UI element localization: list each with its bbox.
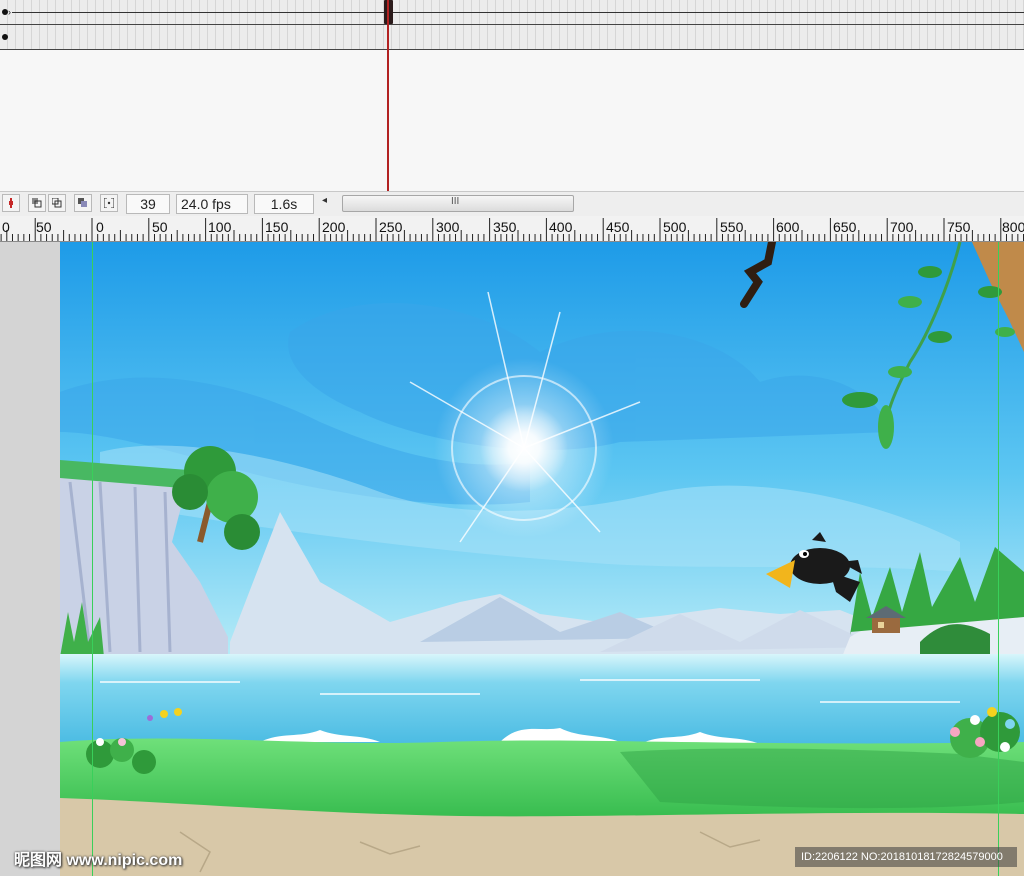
modify-markers-button[interactable] — [100, 194, 118, 212]
scrollbar-grip[interactable]: III — [451, 196, 459, 207]
ruler-label: 600 — [776, 219, 800, 235]
stage-ruler: 0 50 0 50 100 150 200 250 300 350 400 450 500 550 600 6… — [0, 216, 1024, 242]
ruler-label: 150 — [265, 219, 289, 235]
vertical-guide[interactable] — [998, 242, 999, 876]
frame-rate-field[interactable]: 24.0 fps — [176, 194, 248, 214]
ruler-label: 800 — [1002, 219, 1024, 235]
pasteboard — [0, 242, 60, 876]
ruler-label: 450 — [606, 219, 630, 235]
onion-skin-button[interactable] — [28, 194, 46, 212]
ruler-label: 200 — [322, 219, 346, 235]
ruler-label: 650 — [833, 219, 857, 235]
ruler-label: 100 — [208, 219, 232, 235]
ruler-label: 0 — [2, 219, 10, 235]
ruler-label: 500 — [663, 219, 687, 235]
timeline-layer-row[interactable] — [0, 25, 1024, 50]
timeline-status-bar: 39 24.0 fps 1.6s ◂ III — [0, 191, 1024, 217]
ruler-label: 250 — [379, 219, 403, 235]
elapsed-time-field: 1.6s — [254, 194, 314, 214]
vertical-guide[interactable] — [92, 242, 93, 876]
onion-skin-outlines-button[interactable] — [48, 194, 66, 212]
scroll-left-arrow-icon[interactable]: ◂ — [322, 195, 327, 206]
edit-multiple-frames-icon — [78, 198, 87, 207]
timeline-layer-row[interactable]: › — [0, 0, 1024, 25]
tween-arrow-icon: › — [8, 7, 11, 17]
current-frame-field[interactable]: 39 — [126, 194, 170, 214]
ruler-label: 50 — [36, 219, 52, 235]
ruler-label: 550 — [720, 219, 744, 235]
keyframe-marker[interactable] — [2, 34, 8, 40]
ruler-label: 0 — [96, 219, 104, 235]
watermark-logo: 昵图网 www.nipic.com — [14, 852, 183, 869]
ruler-label: 300 — [436, 219, 460, 235]
ruler-label: 50 — [152, 219, 168, 235]
stage-canvas[interactable] — [60, 242, 1024, 876]
watermark-id: ID:2206122 NO:20181018172824579000 — [795, 847, 1017, 867]
center-frame-icon — [9, 198, 13, 208]
tween-span — [12, 12, 1024, 13]
ruler-label: 750 — [947, 219, 971, 235]
scene-artwork — [60, 242, 1024, 876]
timeline-horizontal-scrollbar[interactable]: III — [342, 195, 574, 212]
timeline-panel: › — [0, 0, 1024, 191]
ruler-label: 400 — [549, 219, 573, 235]
ruler-label: 350 — [493, 219, 517, 235]
onion-skin-icon — [32, 198, 42, 208]
bracket-markers-icon — [104, 198, 114, 208]
grass-shadow — [620, 748, 1024, 809]
onion-outline-icon — [52, 198, 62, 208]
edit-multiple-frames-button[interactable] — [74, 194, 92, 212]
playhead-line — [387, 0, 389, 191]
ruler-label: 700 — [890, 219, 914, 235]
center-frame-button[interactable] — [2, 194, 20, 212]
